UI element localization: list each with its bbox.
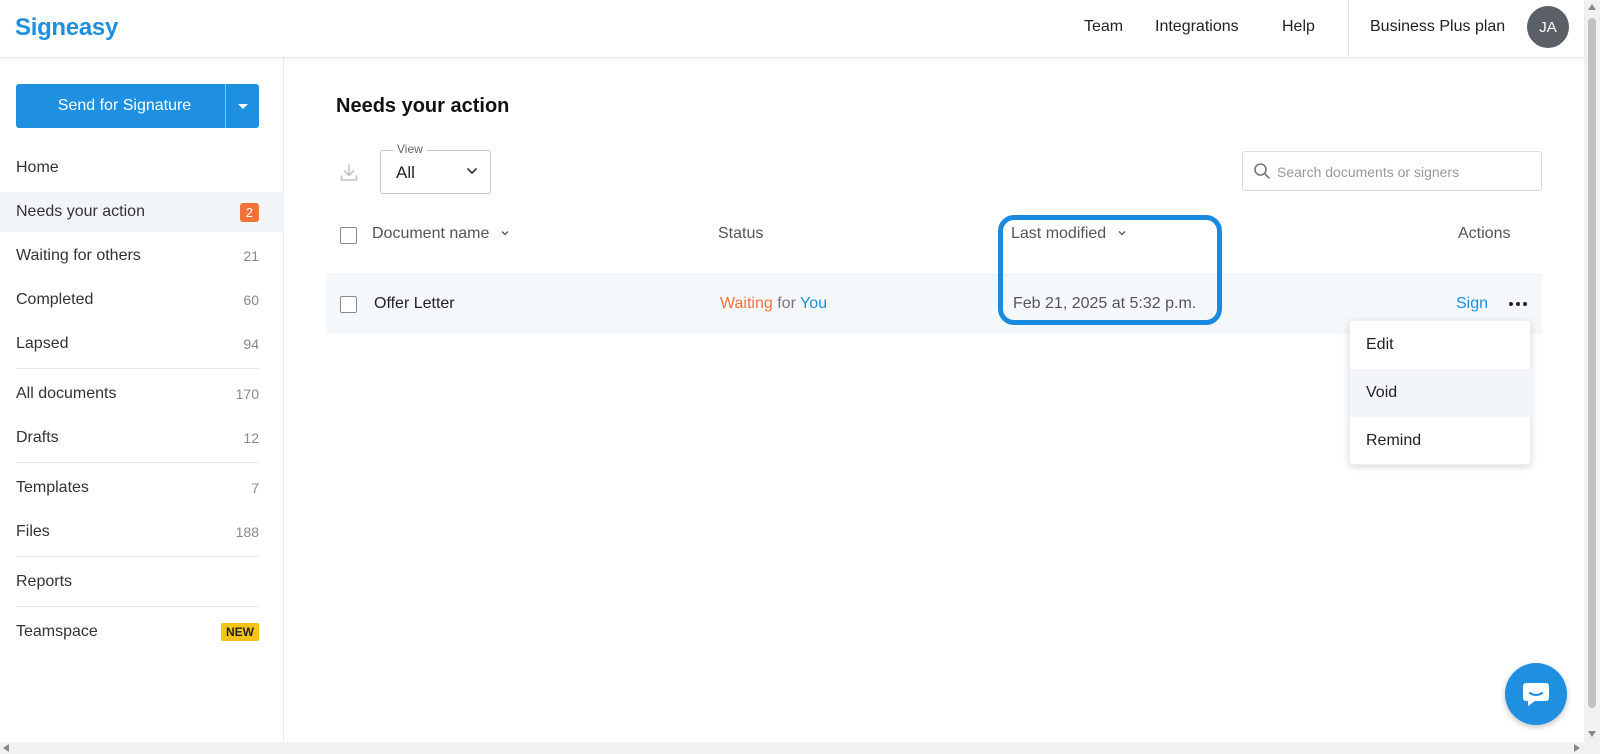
chat-button[interactable]	[1505, 663, 1567, 725]
chevron-down-icon	[465, 164, 479, 183]
count-badge: 2	[239, 202, 259, 222]
sidebar-item-count: 21	[243, 248, 259, 264]
scroll-down-arrow-icon[interactable]	[1588, 731, 1596, 737]
sidebar-item-completed[interactable]: Completed 60	[0, 280, 284, 320]
scroll-right-arrow-icon[interactable]	[1574, 744, 1580, 752]
sidebar-item-all-documents[interactable]: All documents 170	[0, 374, 284, 414]
scroll-left-arrow-icon[interactable]	[3, 744, 9, 752]
column-header-document-name[interactable]: Document name	[372, 225, 510, 243]
chevron-down-icon	[1117, 225, 1127, 243]
search-box[interactable]	[1242, 151, 1542, 191]
top-header: Signeasy Team Integrations Help Business…	[0, 0, 1584, 58]
sidebar-divider	[16, 462, 259, 463]
sidebar-item-label: All documents	[16, 385, 117, 402]
horizontal-scrollbar[interactable]	[0, 742, 1600, 754]
sidebar-item-waiting-for-others[interactable]: Waiting for others 21	[0, 236, 284, 276]
sidebar-item-count: 60	[243, 292, 259, 308]
sidebar-divider	[16, 606, 259, 607]
column-header-actions: Actions	[1458, 225, 1511, 242]
send-for-signature-label[interactable]: Send for Signature	[16, 84, 225, 128]
nav-help[interactable]: Help	[1282, 18, 1315, 36]
send-for-signature-button[interactable]: Send for Signature	[16, 84, 259, 128]
last-modified-value: Feb 21, 2025 at 5:32 p.m.	[1013, 295, 1197, 312]
header-divider	[1348, 0, 1349, 58]
column-header-status: Status	[718, 225, 764, 242]
sidebar-item-label: Completed	[16, 291, 94, 308]
chat-icon	[1523, 683, 1549, 706]
sidebar-item-count: 188	[235, 524, 259, 540]
menu-item-edit[interactable]: Edit	[1350, 321, 1532, 369]
sidebar-item-label: Drafts	[16, 429, 59, 446]
search-input[interactable]	[1277, 160, 1532, 184]
sidebar-item-count: 170	[235, 386, 259, 402]
new-badge: NEW	[221, 623, 259, 641]
sidebar-item-needs-your-action[interactable]: Needs your action 2	[0, 192, 284, 232]
chevron-down-icon	[500, 225, 510, 243]
status-waiting: Waiting	[720, 295, 773, 312]
status-text: Waiting for You	[720, 295, 827, 313]
sidebar-item-drafts[interactable]: Drafts 12	[0, 418, 284, 458]
sidebar-item-lapsed[interactable]: Lapsed 94	[0, 324, 284, 364]
sidebar-item-teamspace[interactable]: Teamspace NEW	[0, 612, 284, 652]
status-for: for	[777, 295, 796, 312]
sign-link[interactable]: Sign	[1456, 295, 1488, 313]
sidebar-item-label: Waiting for others	[16, 247, 141, 264]
scroll-up-arrow-icon[interactable]	[1588, 4, 1596, 10]
caret-down-icon	[237, 103, 248, 109]
sidebar-item-count: 7	[251, 480, 259, 496]
download-icon[interactable]	[338, 162, 360, 189]
row-actions-menu: Edit Void Remind	[1349, 320, 1532, 465]
column-header-label: Last modified	[1011, 225, 1107, 243]
sidebar-item-label: Teamspace	[16, 623, 98, 640]
menu-item-remind[interactable]: Remind	[1350, 417, 1532, 465]
sidebar-divider	[16, 368, 259, 369]
view-select[interactable]: View All	[380, 142, 491, 194]
view-select-label: View	[393, 142, 427, 156]
column-header-label: Document name	[372, 225, 490, 243]
vertical-scrollbar-thumb[interactable]	[1588, 18, 1596, 708]
sidebar-item-label: Needs your action	[16, 203, 145, 220]
sidebar-item-label: Reports	[16, 573, 73, 590]
sidebar-item-home[interactable]: Home	[0, 148, 284, 188]
sidebar-item-label: Files	[16, 523, 50, 540]
plan-label[interactable]: Business Plus plan	[1370, 18, 1505, 36]
nav-integrations[interactable]: Integrations	[1155, 18, 1239, 36]
sidebar: Send for Signature Home Needs your actio…	[0, 58, 284, 742]
menu-item-void[interactable]: Void	[1350, 369, 1532, 417]
sidebar-item-count: 12	[243, 430, 259, 446]
sidebar-item-label: Home	[16, 159, 59, 176]
column-header-last-modified[interactable]: Last modified	[1011, 225, 1127, 243]
sidebar-item-templates[interactable]: Templates 7	[0, 468, 284, 508]
sidebar-item-reports[interactable]: Reports	[0, 562, 284, 602]
send-options-dropdown[interactable]	[225, 84, 259, 128]
more-icon[interactable]	[1507, 294, 1529, 314]
sidebar-item-files[interactable]: Files 188	[0, 512, 284, 552]
status-you: You	[800, 295, 828, 312]
sidebar-divider	[16, 556, 259, 557]
document-name[interactable]: Offer Letter	[374, 295, 455, 313]
row-checkbox[interactable]	[340, 296, 357, 313]
sidebar-item-label: Lapsed	[16, 335, 69, 352]
signeasy-logo[interactable]: Signeasy	[15, 14, 118, 42]
avatar[interactable]: JA	[1527, 6, 1569, 48]
search-icon	[1253, 162, 1271, 185]
sidebar-item-label: Templates	[16, 479, 89, 496]
view-select-value: All	[396, 163, 415, 182]
page-title: Needs your action	[336, 95, 510, 117]
nav-team[interactable]: Team	[1084, 18, 1123, 36]
sidebar-item-count: 94	[243, 336, 259, 352]
select-all-checkbox[interactable]	[340, 227, 357, 244]
